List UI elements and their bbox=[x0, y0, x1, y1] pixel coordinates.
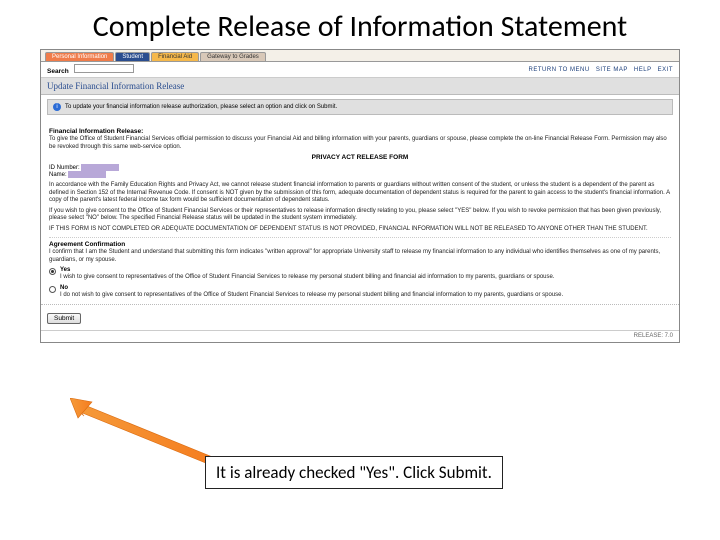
radio-yes[interactable] bbox=[49, 268, 56, 275]
section-release-heading: Financial Information Release: bbox=[49, 125, 671, 135]
app-window: Personal Information Student Financial A… bbox=[40, 49, 680, 343]
section-release-body: To give the Office of Student Financial … bbox=[49, 136, 671, 151]
radio-no[interactable] bbox=[49, 286, 56, 293]
callout-box: It is already checked "Yes". Click Submi… bbox=[205, 456, 503, 489]
tab-gateway[interactable]: Gateway to Grades bbox=[200, 52, 266, 61]
privacy-heading: PRIVACY ACT RELEASE FORM bbox=[49, 154, 671, 161]
radio-yes-label: Yes bbox=[60, 267, 70, 273]
link-sitemap[interactable]: SITE MAP bbox=[596, 67, 628, 73]
tab-student[interactable]: Student bbox=[115, 52, 150, 61]
page-heading: Update Financial Information Release bbox=[41, 78, 679, 95]
intro-bar: i To update your financial information r… bbox=[47, 99, 673, 115]
slide-title: Complete Release of Information Statemen… bbox=[0, 0, 720, 49]
top-links: RETURN TO MENU SITE MAP HELP EXIT bbox=[525, 67, 673, 73]
search-label: Search bbox=[47, 68, 69, 75]
radio-no-body: I do not wish to give consent to represe… bbox=[60, 292, 563, 300]
agreement-body: I confirm that I am the Student and unde… bbox=[49, 249, 671, 264]
tab-bar: Personal Information Student Financial A… bbox=[41, 50, 679, 62]
submit-button[interactable]: Submit bbox=[47, 313, 81, 324]
privacy-para-1: In accordance with the Family Education … bbox=[49, 182, 671, 205]
link-help[interactable]: HELP bbox=[634, 67, 652, 73]
tab-personal[interactable]: Personal Information bbox=[45, 52, 114, 61]
release-label: RELEASE: 7.0 bbox=[634, 333, 673, 339]
search-input[interactable] bbox=[74, 64, 134, 73]
name-label: Name: bbox=[49, 172, 67, 178]
id-redacted bbox=[81, 164, 119, 171]
footer: RELEASE: 7.0 bbox=[41, 330, 679, 342]
privacy-para-2: If you wish to give consent to the Offic… bbox=[49, 208, 671, 223]
agreement-heading: Agreement Confirmation bbox=[49, 237, 671, 248]
link-menu[interactable]: RETURN TO MENU bbox=[529, 67, 590, 73]
privacy-para-3: IF THIS FORM IS NOT COMPLETED OR ADEQUAT… bbox=[49, 226, 671, 234]
tab-finaid[interactable]: Financial Aid bbox=[151, 52, 199, 61]
intro-text: To update your financial information rel… bbox=[65, 104, 337, 110]
option-yes-row: Yes I wish to give consent to representa… bbox=[49, 267, 671, 282]
info-icon: i bbox=[53, 103, 61, 111]
id-line: ID Number: Name: bbox=[49, 164, 671, 178]
radio-no-label: No bbox=[60, 285, 68, 291]
top-row: Search RETURN TO MENU SITE MAP HELP EXIT bbox=[41, 62, 679, 78]
content: Financial Information Release: To give t… bbox=[41, 119, 679, 301]
radio-yes-body: I wish to give consent to representative… bbox=[60, 274, 555, 282]
option-no-row: No I do not wish to give consent to repr… bbox=[49, 285, 671, 300]
name-redacted bbox=[68, 171, 106, 178]
link-exit[interactable]: EXIT bbox=[658, 67, 673, 73]
